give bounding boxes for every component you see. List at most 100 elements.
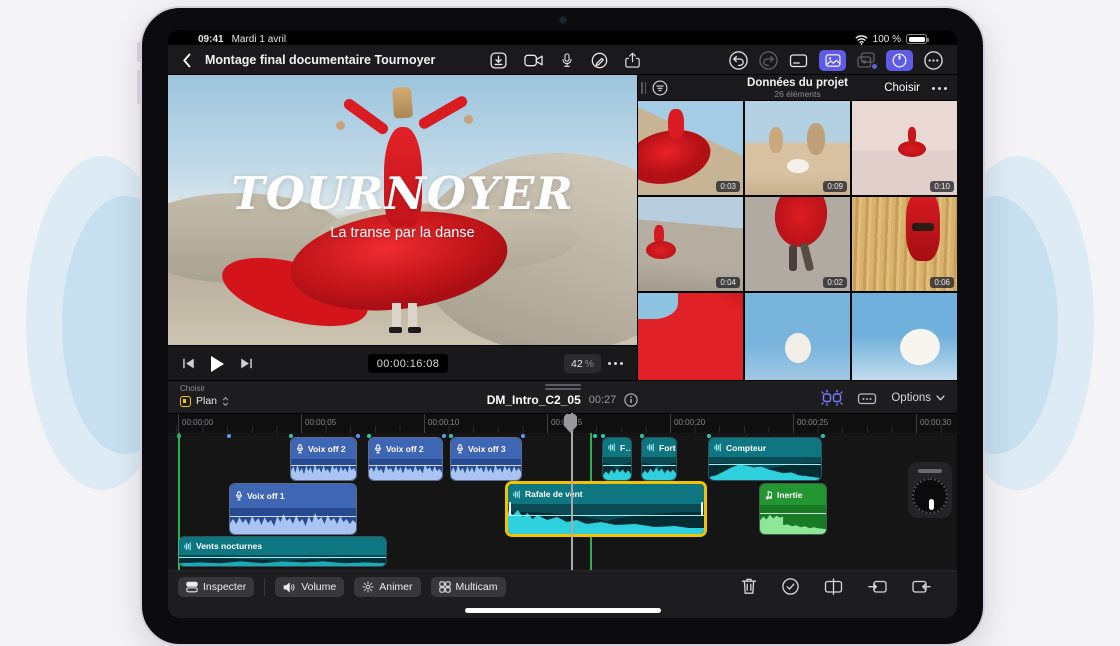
project-title: Montage final documentaire Tournoyer xyxy=(205,53,435,67)
toolbar-divider xyxy=(264,578,265,596)
thumbnail-duration: 0:04 xyxy=(716,277,740,288)
jog-dial[interactable] xyxy=(912,478,948,514)
ruler-label: 00:00:25 xyxy=(797,418,828,427)
choose-button[interactable]: Choisir xyxy=(884,82,920,94)
jog-wheel-widget[interactable] xyxy=(908,462,952,518)
waveform-icon xyxy=(184,542,192,551)
jog-wheel-button[interactable] xyxy=(886,50,913,71)
inspect-label: Inspecter xyxy=(203,581,246,593)
thumbnail-duration: 0:09 xyxy=(823,181,847,192)
thumbnail-duration: 0:03 xyxy=(716,181,740,192)
record-video-button[interactable] xyxy=(524,53,543,68)
home-indicator[interactable] xyxy=(465,608,661,613)
connected-clips-icon[interactable] xyxy=(857,390,877,406)
media-thumbnail[interactable] xyxy=(852,293,957,380)
clip-label: Voix off 3 xyxy=(468,444,506,454)
scene-dancer-shoe xyxy=(408,327,421,333)
effects-library-button[interactable] xyxy=(857,52,875,68)
clip-voix-off-3[interactable]: Voix off 3 xyxy=(450,437,522,481)
skip-to-start-icon[interactable] xyxy=(182,357,195,370)
scene-dancer-hand xyxy=(336,121,345,130)
jog-handle-bar xyxy=(918,469,942,473)
title-bar: Montage final documentaire Tournoyer xyxy=(168,45,957,75)
undo-button[interactable] xyxy=(729,51,748,70)
timeline-drag-handle[interactable] xyxy=(545,384,581,392)
media-thumbnail[interactable]: 0:06 xyxy=(852,197,957,291)
play-button[interactable] xyxy=(211,356,224,372)
titles-captions-button[interactable] xyxy=(789,52,808,69)
clip-label: Rafale de vent xyxy=(525,489,583,499)
media-thumbnail[interactable]: 0:02 xyxy=(745,197,850,291)
volume-button[interactable]: Volume xyxy=(275,577,344,597)
clip-label: Voix off 1 xyxy=(247,491,285,501)
animate-button[interactable]: Animer xyxy=(354,577,420,597)
current-timecode: 00:00:16:08 xyxy=(368,354,448,373)
timeline-clip-duration: 00:27 xyxy=(589,394,617,406)
media-thumbnail[interactable] xyxy=(638,293,743,380)
timeline-body[interactable]: Voix off 2 Voix off 2 Voix off 3 F… xyxy=(168,433,957,570)
scene-dancer-shoe xyxy=(389,327,402,333)
clip-label: Voix off 2 xyxy=(386,444,424,454)
zoom-level-control[interactable]: 42 % xyxy=(564,354,601,373)
mic-icon xyxy=(374,444,382,454)
effects-badge-dot xyxy=(872,64,877,69)
media-thumbnail[interactable]: 0:09 xyxy=(745,101,850,195)
timeline-clip-name: DM_Intro_C2_05 xyxy=(487,393,581,407)
media-grid: 0:03 0:09 0:10 0:04 xyxy=(638,101,957,380)
animate-label: Animer xyxy=(379,581,412,593)
clip-inertie[interactable]: Inertie xyxy=(759,483,827,535)
redo-button[interactable] xyxy=(759,51,778,70)
share-button[interactable] xyxy=(625,51,640,69)
speaker-icon xyxy=(283,582,296,593)
volume-button-down xyxy=(137,70,141,104)
viewer-more-button[interactable] xyxy=(608,362,623,365)
media-thumbnail[interactable]: 0:03 xyxy=(638,101,743,195)
options-button[interactable]: Options xyxy=(891,392,945,404)
magnetic-timeline-icon[interactable] xyxy=(821,389,843,406)
import-media-button[interactable] xyxy=(490,52,507,69)
inspect-button[interactable]: Inspecter xyxy=(178,577,254,597)
media-browser-button[interactable] xyxy=(819,50,846,71)
clip-rafale-de-vent[interactable]: Rafale de vent xyxy=(505,481,707,537)
clip-voix-off-1[interactable]: Voix off 1 xyxy=(229,483,357,535)
scene-dancer-arm xyxy=(417,94,469,131)
clip-fort[interactable]: Fort… xyxy=(641,437,677,481)
back-chevron-icon[interactable] xyxy=(182,53,191,68)
media-thumbnail[interactable]: 0:10 xyxy=(852,101,957,195)
video-title-overlay: TOURNOYER xyxy=(168,167,637,220)
media-thumbnail[interactable]: 0:04 xyxy=(638,197,743,291)
pencil-tools-button[interactable] xyxy=(591,52,608,69)
split-clip-icon[interactable] xyxy=(824,578,843,595)
video-subtitle-overlay: La transe par la danse xyxy=(168,225,637,241)
clip-voix-off-2a[interactable]: Voix off 2 xyxy=(290,437,357,481)
chevron-down-icon xyxy=(936,395,945,401)
check-circle-icon[interactable] xyxy=(782,578,799,595)
media-more-button[interactable] xyxy=(932,87,947,90)
clip-voix-off-2b[interactable]: Voix off 2 xyxy=(368,437,443,481)
clip-compteur[interactable]: Compteur xyxy=(708,437,822,481)
clip-f[interactable]: F… xyxy=(602,437,632,481)
media-thumbnail[interactable] xyxy=(745,293,850,380)
insert-clip-icon[interactable] xyxy=(868,578,887,595)
keyframe-dot xyxy=(227,434,231,438)
overwrite-clip-icon[interactable] xyxy=(912,578,931,595)
timeline-ruler[interactable]: 00:00:00 00:00:05 00:00:10 00:00:15 00:0… xyxy=(168,413,957,433)
multicam-button[interactable]: Multicam xyxy=(431,577,506,597)
ruler-label: 00:00:00 xyxy=(182,418,213,427)
clip-label: Inertie xyxy=(777,490,803,500)
trash-icon[interactable] xyxy=(741,577,757,595)
clip-vents-nocturnes[interactable]: Vents nocturnes xyxy=(178,536,387,567)
playhead-line[interactable] xyxy=(571,413,573,570)
inspector-icon xyxy=(186,581,198,593)
keyframe-dot xyxy=(356,434,360,438)
transport-bar: 00:00:16:08 42 % xyxy=(168,345,637,380)
info-icon[interactable] xyxy=(624,393,638,407)
more-menu-button[interactable] xyxy=(924,51,943,70)
skip-to-end-icon[interactable] xyxy=(240,357,253,370)
trim-handle-left[interactable] xyxy=(509,502,511,516)
video-viewer[interactable]: TOURNOYER La transe par la danse xyxy=(168,75,637,345)
microphone-button[interactable] xyxy=(560,52,574,69)
trim-handle-right[interactable] xyxy=(701,502,703,516)
media-panel: Données du projet 26 éléments Choisir 0:… xyxy=(637,75,957,380)
scene-dancer-arm xyxy=(342,97,391,136)
